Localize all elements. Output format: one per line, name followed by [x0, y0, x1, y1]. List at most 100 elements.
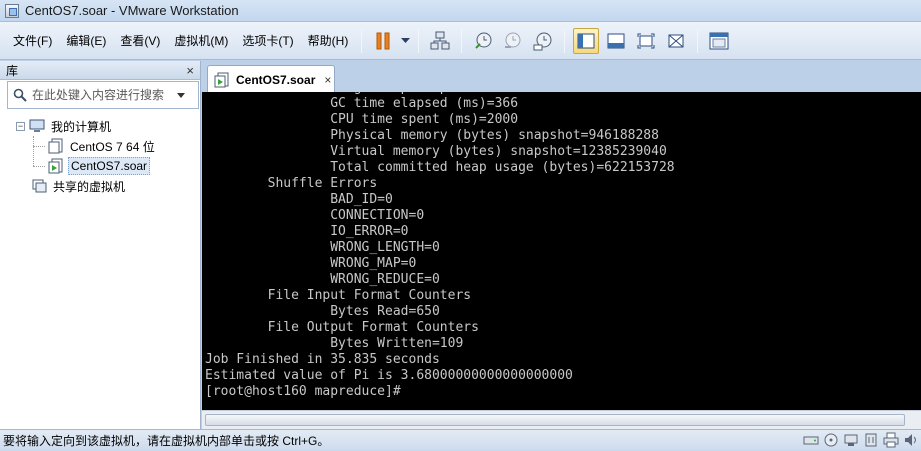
library-search: [7, 81, 199, 109]
tree-item-vm[interactable]: CentOS 7 64 位: [0, 136, 200, 156]
vm-icon: [48, 138, 63, 154]
search-dropdown[interactable]: [172, 92, 190, 98]
toolbar-separator: [697, 28, 699, 53]
vmware-window: CentOS7.soar - VMware Workstation 文件(F) …: [0, 0, 921, 450]
toolbar-separator: [418, 28, 420, 53]
console-line: File Input Format Counters: [267, 288, 472, 303]
console-view-button[interactable]: [706, 28, 732, 54]
network-icon: [430, 31, 450, 49]
send-ctrl-alt-del-button[interactable]: [427, 28, 453, 54]
console-line: Virtual memory (bytes) snapshot=12385239…: [330, 144, 667, 159]
hard-disk-icon[interactable]: [803, 432, 819, 448]
console-line: Merged Map outputs=2: [205, 92, 487, 95]
network-adapter-icon[interactable]: [843, 432, 859, 448]
library-tree: − 我的计算机 CentOS 7 64 位 CentOS7.soar 共享的虚拟…: [0, 116, 200, 196]
toolbar-separator: [361, 28, 363, 53]
library-close-button[interactable]: ×: [186, 63, 194, 78]
library-panel: 库 × − 我的计算机: [0, 61, 201, 429]
collapse-toggle[interactable]: −: [16, 121, 25, 131]
power-dropdown[interactable]: [398, 28, 412, 54]
library-title: 库: [6, 63, 19, 78]
horizontal-scrollbar[interactable]: [202, 410, 921, 429]
console-line: Shuffle Errors: [267, 176, 378, 191]
usb-icon[interactable]: [863, 432, 879, 448]
menu-vm[interactable]: 虚拟机(M): [167, 30, 235, 52]
computer-icon: [29, 119, 45, 132]
thumbnail-bar-button[interactable]: [603, 28, 629, 54]
cd-dvd-icon[interactable]: [823, 432, 839, 448]
show-library-button[interactable]: [573, 27, 600, 54]
console-line: File Output Format Counters: [267, 320, 479, 335]
console-line: Estimated value of Pi is 3.6800000000000…: [205, 368, 573, 383]
pause-icon: [376, 32, 390, 49]
menu-edit[interactable]: 编辑(E): [59, 30, 113, 52]
tab-label: CentOS7.soar: [236, 72, 316, 87]
pause-button[interactable]: [370, 28, 396, 54]
chevron-down-icon: [177, 92, 185, 98]
take-snapshot-button[interactable]: [470, 28, 496, 54]
console-line: Job Finished in 35.835 seconds: [205, 352, 440, 367]
printer-icon[interactable]: [883, 432, 899, 448]
toolbar-separator: [564, 28, 566, 53]
vmware-app-icon: [5, 3, 19, 18]
shared-vm-icon: [32, 179, 47, 193]
full-screen-icon: [637, 33, 655, 48]
console-line: WRONG_LENGTH=0: [330, 240, 440, 255]
vm-running-icon: [214, 72, 229, 87]
toolbar-separator: [461, 28, 463, 53]
sound-icon[interactable]: [903, 432, 919, 448]
device-icons: [799, 432, 919, 448]
scrollbar-thumb[interactable]: [205, 414, 905, 426]
revert-snapshot-icon: [505, 32, 521, 48]
console-line: Bytes Written=109: [330, 336, 464, 351]
tree-item-label: CentOS 7 64 位: [70, 139, 155, 154]
console-output: Merged Map outputs=2 GC time elapsed (ms…: [205, 92, 675, 400]
vm-running-icon: [48, 158, 63, 174]
search-input[interactable]: [32, 88, 172, 102]
console-line: Bytes Read=650: [330, 304, 440, 319]
tree-item-my-computer[interactable]: − 我的计算机: [0, 116, 200, 136]
console-line: CONNECTION=0: [330, 208, 425, 223]
console-line: CPU time spent (ms)=2000: [330, 112, 519, 127]
console-line: BAD_ID=0: [330, 192, 393, 207]
tree-item-vm-selected[interactable]: CentOS7.soar: [0, 156, 200, 176]
full-screen-button[interactable]: [633, 28, 659, 54]
menu-tabs[interactable]: 选项卡(T): [235, 30, 300, 52]
tab-close-button[interactable]: ×: [324, 73, 331, 87]
search-icon: [8, 88, 32, 102]
tree-item-shared-vms[interactable]: 共享的虚拟机: [0, 176, 200, 196]
console-line: GC time elapsed (ms)=366: [330, 96, 519, 111]
console-view-icon: [709, 32, 729, 49]
snapshot-manager-icon: [533, 32, 552, 50]
library-view-icon: [577, 33, 595, 48]
vm-console[interactable]: Merged Map outputs=2 GC time elapsed (ms…: [202, 92, 921, 410]
menu-help[interactable]: 帮助(H): [301, 30, 356, 52]
console-line: [root@host160 mapreduce]#: [205, 384, 401, 399]
console-line: IO_ERROR=0: [330, 224, 409, 239]
tree-item-label: 我的计算机: [51, 119, 112, 134]
tree-item-label: CentOS7.soar: [68, 157, 151, 175]
title-bar: CentOS7.soar - VMware Workstation: [0, 0, 921, 22]
vm-tab-strip: CentOS7.soar ×: [202, 61, 921, 93]
menu-view[interactable]: 查看(V): [113, 30, 167, 52]
revert-snapshot-button[interactable]: [500, 28, 526, 54]
unity-icon: [668, 34, 684, 47]
thumbnail-view-icon: [607, 33, 625, 48]
window-title: CentOS7.soar - VMware Workstation: [25, 3, 239, 18]
console-line: WRONG_MAP=0: [330, 256, 417, 271]
menu-file[interactable]: 文件(F): [6, 30, 59, 52]
power-control: [368, 28, 412, 54]
unity-button[interactable]: [663, 28, 689, 54]
console-line: WRONG_REDUCE=0: [330, 272, 440, 287]
tree-item-label: 共享的虚拟机: [53, 179, 126, 194]
chevron-down-icon: [400, 37, 410, 43]
status-message: 要将输入定向到该虚拟机，请在虚拟机内部单击或按 Ctrl+G。: [3, 433, 330, 448]
console-line: Physical memory (bytes) snapshot=9461882…: [330, 128, 659, 143]
library-header: 库 ×: [0, 61, 200, 80]
status-bar: 要将输入定向到该虚拟机，请在虚拟机内部单击或按 Ctrl+G。: [0, 429, 921, 450]
snapshot-icon: [475, 32, 492, 49]
menu-toolbar: 文件(F) 编辑(E) 查看(V) 虚拟机(M) 选项卡(T) 帮助(H): [0, 22, 921, 60]
snapshot-manager-button[interactable]: [530, 28, 556, 54]
console-line: Total committed heap usage (bytes)=62215…: [330, 160, 675, 175]
tab-centos7-soar[interactable]: CentOS7.soar ×: [207, 65, 335, 93]
